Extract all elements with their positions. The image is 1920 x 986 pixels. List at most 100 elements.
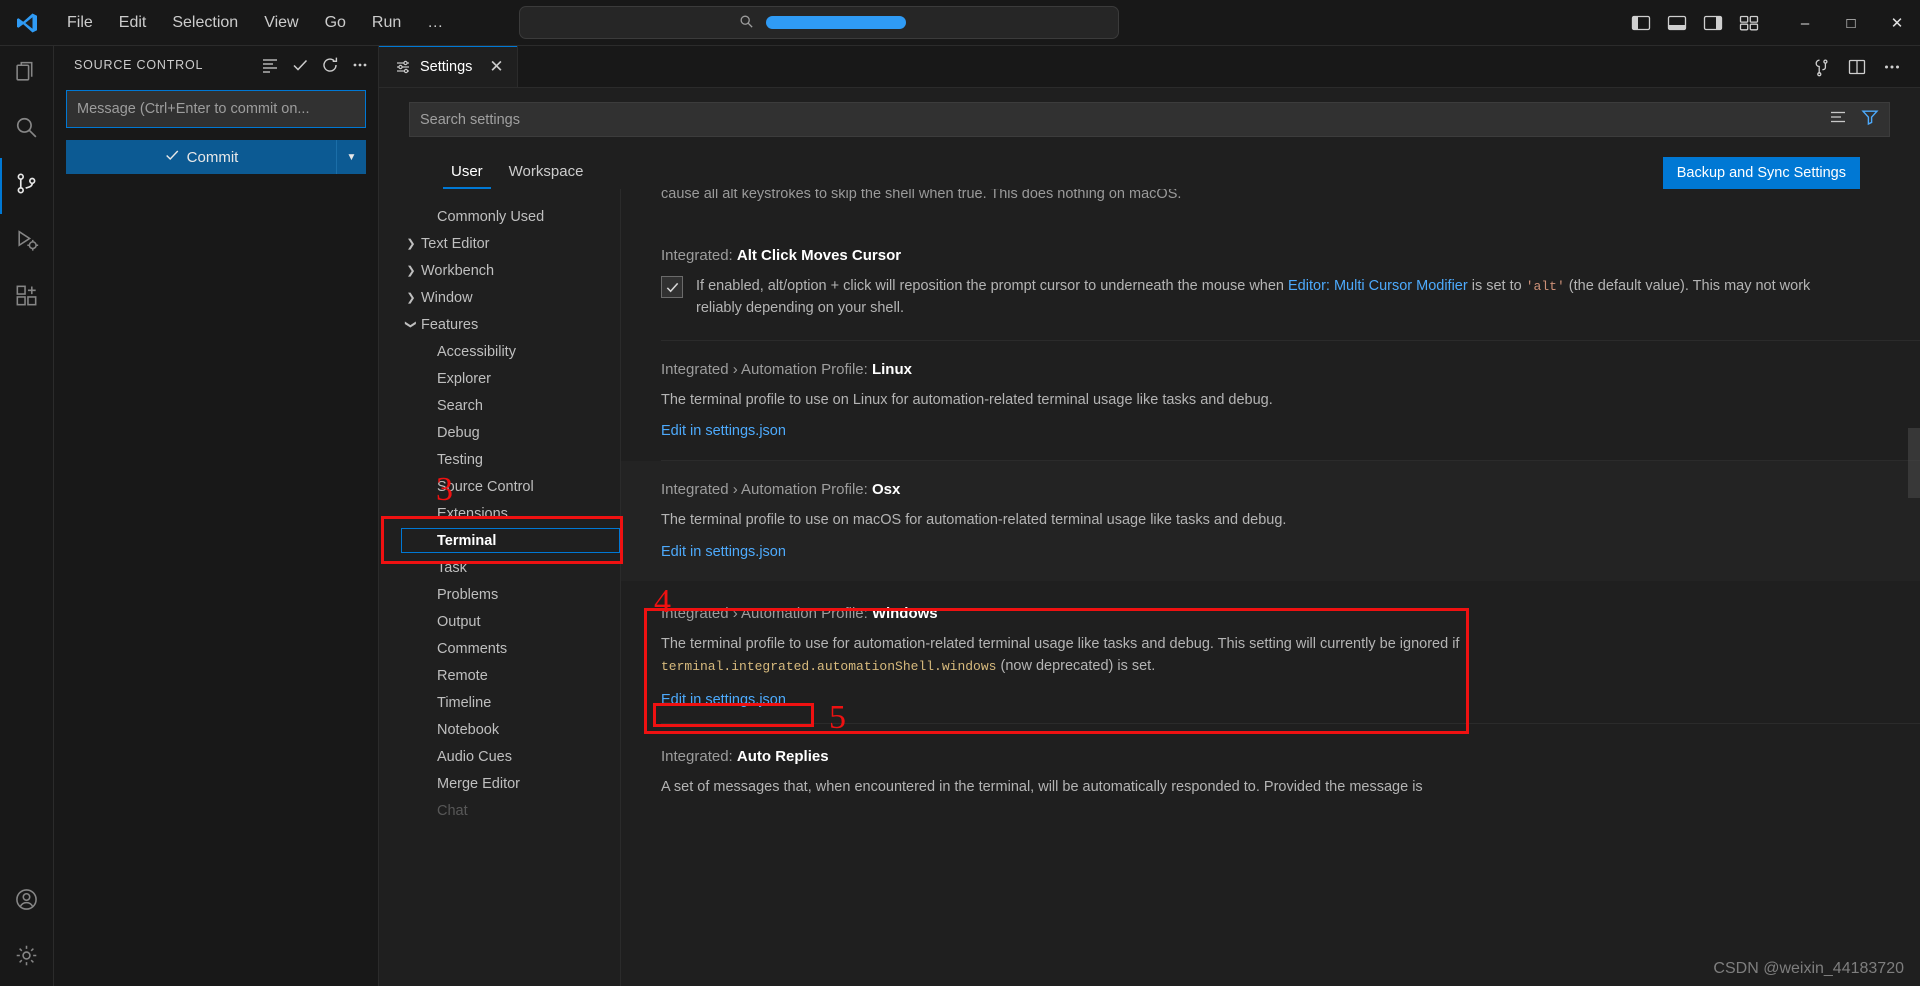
activity-item-search[interactable] <box>0 102 54 158</box>
activity-item-explorer[interactable] <box>0 46 54 102</box>
ellipsis-icon[interactable] <box>1882 57 1902 77</box>
toc-item-task[interactable]: Task <box>379 554 620 581</box>
toc-label: Terminal <box>437 532 497 549</box>
tab-settings[interactable]: Settings ✕ <box>379 46 518 87</box>
tab-workspace[interactable]: Workspace <box>497 157 596 189</box>
close-icon[interactable]: ✕ <box>489 58 503 75</box>
menu-go[interactable]: Go <box>312 8 359 38</box>
alt-click-checkbox[interactable] <box>661 276 683 298</box>
toc-item-accessibility[interactable]: Accessibility <box>379 338 620 365</box>
multi-cursor-modifier-link[interactable]: Editor: Multi Cursor Modifier <box>1288 278 1468 294</box>
setting-automation-profile-windows: Integrated › Automation Profile: Windows… <box>621 581 1920 723</box>
toc-label: Merge Editor <box>437 775 521 792</box>
toc-item-debug[interactable]: Debug <box>379 419 620 446</box>
toc-label: Source Control <box>437 478 534 495</box>
menu-more[interactable]: … <box>414 8 456 38</box>
menu-run[interactable]: Run <box>359 8 414 38</box>
settings-scroll-container: cause all alt keystrokes to skip the she… <box>621 189 1920 818</box>
chevron-down-icon: ❯ <box>404 319 417 330</box>
toc-label: Accessibility <box>437 343 516 360</box>
toc-item-output[interactable]: Output <box>379 608 620 635</box>
activity-item-accounts[interactable] <box>0 874 54 930</box>
commit-message-input[interactable] <box>66 90 366 128</box>
check-icon[interactable] <box>290 55 310 75</box>
toc-item-remote[interactable]: Remote <box>379 662 620 689</box>
ellipsis-icon[interactable] <box>350 55 370 75</box>
settings-search-input[interactable] <box>420 111 1829 128</box>
open-settings-json-icon[interactable] <box>1812 57 1832 77</box>
toc-item-window[interactable]: ❯ Window <box>379 284 620 311</box>
setting-title-bold: Windows <box>871 604 938 622</box>
toc-item-testing[interactable]: Testing <box>379 446 620 473</box>
toc-item-features[interactable]: ❯ Features <box>379 311 620 338</box>
toc-item-extensions[interactable]: Extensions <box>379 500 620 527</box>
toc-item-problems[interactable]: Problems <box>379 581 620 608</box>
toc-item-timeline[interactable]: Timeline <box>379 689 620 716</box>
command-center[interactable] <box>519 6 1119 39</box>
toc-label: Audio Cues <box>437 748 512 765</box>
settings-search-wrap <box>409 102 1890 137</box>
activity-item-source-control[interactable] <box>0 158 54 214</box>
customize-layout-icon[interactable] <box>1738 12 1760 34</box>
setting-automation-profile-linux: Integrated › Automation Profile: Linux T… <box>621 341 1920 460</box>
toc-item-chat[interactable]: Chat <box>379 797 620 824</box>
activity-item-extensions[interactable] <box>0 270 54 326</box>
settings-scrollbar[interactable] <box>1908 428 1920 499</box>
toc-item-merge-editor[interactable]: Merge Editor <box>379 770 620 797</box>
toc-item-commonly-used[interactable]: Commonly Used <box>379 203 620 230</box>
toc-item-notebook[interactable]: Notebook <box>379 716 620 743</box>
settings-body: Commonly Used ❯ Text Editor ❯ Workbench … <box>379 189 1920 986</box>
toc-item-audio-cues[interactable]: Audio Cues <box>379 743 620 770</box>
edit-in-settings-json-link-linux[interactable]: Edit in settings.json <box>661 423 786 439</box>
toc-item-text-editor[interactable]: ❯ Text Editor <box>379 230 620 257</box>
toggle-secondary-sidebar-icon[interactable] <box>1702 12 1724 34</box>
window-minimize-button[interactable]: – <box>1782 0 1828 46</box>
setting-title-prefix: Integrated: <box>661 247 737 264</box>
edit-in-settings-json-link-osx[interactable]: Edit in settings.json <box>661 544 786 560</box>
filter-icon[interactable] <box>1861 108 1879 131</box>
toggle-primary-sidebar-icon[interactable] <box>1630 12 1652 34</box>
commit-dropdown-button[interactable]: ▼ <box>336 140 366 174</box>
editor-tabs-bar: Settings ✕ <box>379 46 1920 88</box>
toc-label: Debug <box>437 424 480 441</box>
list-icon[interactable] <box>260 55 280 75</box>
toc-label: Chat <box>437 802 468 819</box>
account-icon <box>14 887 39 917</box>
refresh-icon[interactable] <box>320 55 340 75</box>
sidebar-header: SOURCE CONTROL <box>54 46 378 84</box>
toggle-panel-icon[interactable] <box>1666 12 1688 34</box>
toc-label: Testing <box>437 451 483 468</box>
toc-item-comments[interactable]: Comments <box>379 635 620 662</box>
setting-checkbox-row: If enabled, alt/option + click will repo… <box>661 275 1880 320</box>
settings-scope-tabs: User Workspace <box>439 157 595 189</box>
toc-item-workbench[interactable]: ❯ Workbench <box>379 257 620 284</box>
menu-selection[interactable]: Selection <box>159 8 251 38</box>
setting-description: A set of messages that, when encountered… <box>661 778 1423 795</box>
backup-and-sync-settings-button[interactable]: Backup and Sync Settings <box>1662 157 1860 189</box>
menu-edit[interactable]: Edit <box>106 8 160 38</box>
commit-button[interactable]: Commit <box>66 140 336 174</box>
menu-file[interactable]: File <box>54 8 106 38</box>
titlebar-right: – □ ✕ <box>1630 0 1920 46</box>
clear-filters-icon[interactable] <box>1829 108 1847 131</box>
window-close-button[interactable]: ✕ <box>1874 0 1920 46</box>
toc-item-source-control[interactable]: Source Control <box>379 473 620 500</box>
chevron-right-icon: ❯ <box>406 238 416 250</box>
toc-label: Search <box>437 397 483 414</box>
setting-title-prefix: Integrated › Automation Profile: <box>661 604 872 622</box>
desc-text-2: is set to <box>1467 278 1526 294</box>
toc-item-explorer[interactable]: Explorer <box>379 365 620 392</box>
toc-item-search[interactable]: Search <box>379 392 620 419</box>
activity-item-run-and-debug[interactable] <box>0 214 54 270</box>
source-control-icon <box>14 171 39 201</box>
window-maximize-button[interactable]: □ <box>1828 0 1874 46</box>
activity-item-manage-settings[interactable] <box>0 930 54 986</box>
menu-view[interactable]: View <box>251 8 311 38</box>
selection-focus-border <box>401 528 620 553</box>
edit-in-settings-json-link-windows[interactable]: Edit in settings.json <box>661 692 786 708</box>
vscode-logo-icon <box>0 11 54 35</box>
tab-user[interactable]: User <box>439 157 495 189</box>
settings-list[interactable]: cause all alt keystrokes to skip the she… <box>621 189 1920 986</box>
split-editor-icon[interactable] <box>1847 57 1867 77</box>
toc-item-terminal[interactable]: Terminal <box>379 527 620 554</box>
